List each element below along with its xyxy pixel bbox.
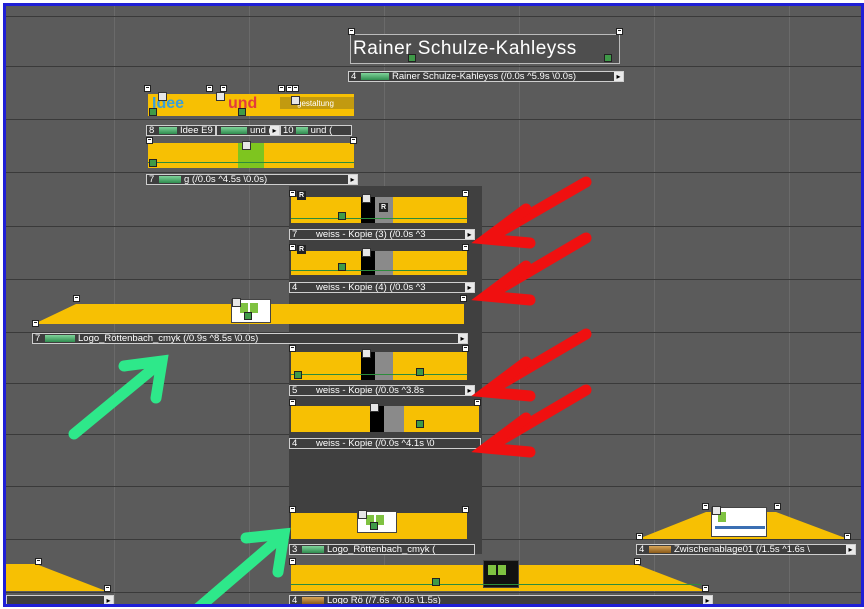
- annotation-overlay: [68, 176, 592, 604]
- red-arrow-head: [471, 203, 536, 249]
- green-arrow-icon: [68, 357, 166, 440]
- screenshot-canvas: Rainer Schulze-Kahleyss 4 Rainer Schulze-…: [0, 0, 864, 609]
- green-arrow-icon: [194, 530, 288, 604]
- timeline-editor[interactable]: Rainer Schulze-Kahleyss 4 Rainer Schulze-…: [3, 3, 864, 607]
